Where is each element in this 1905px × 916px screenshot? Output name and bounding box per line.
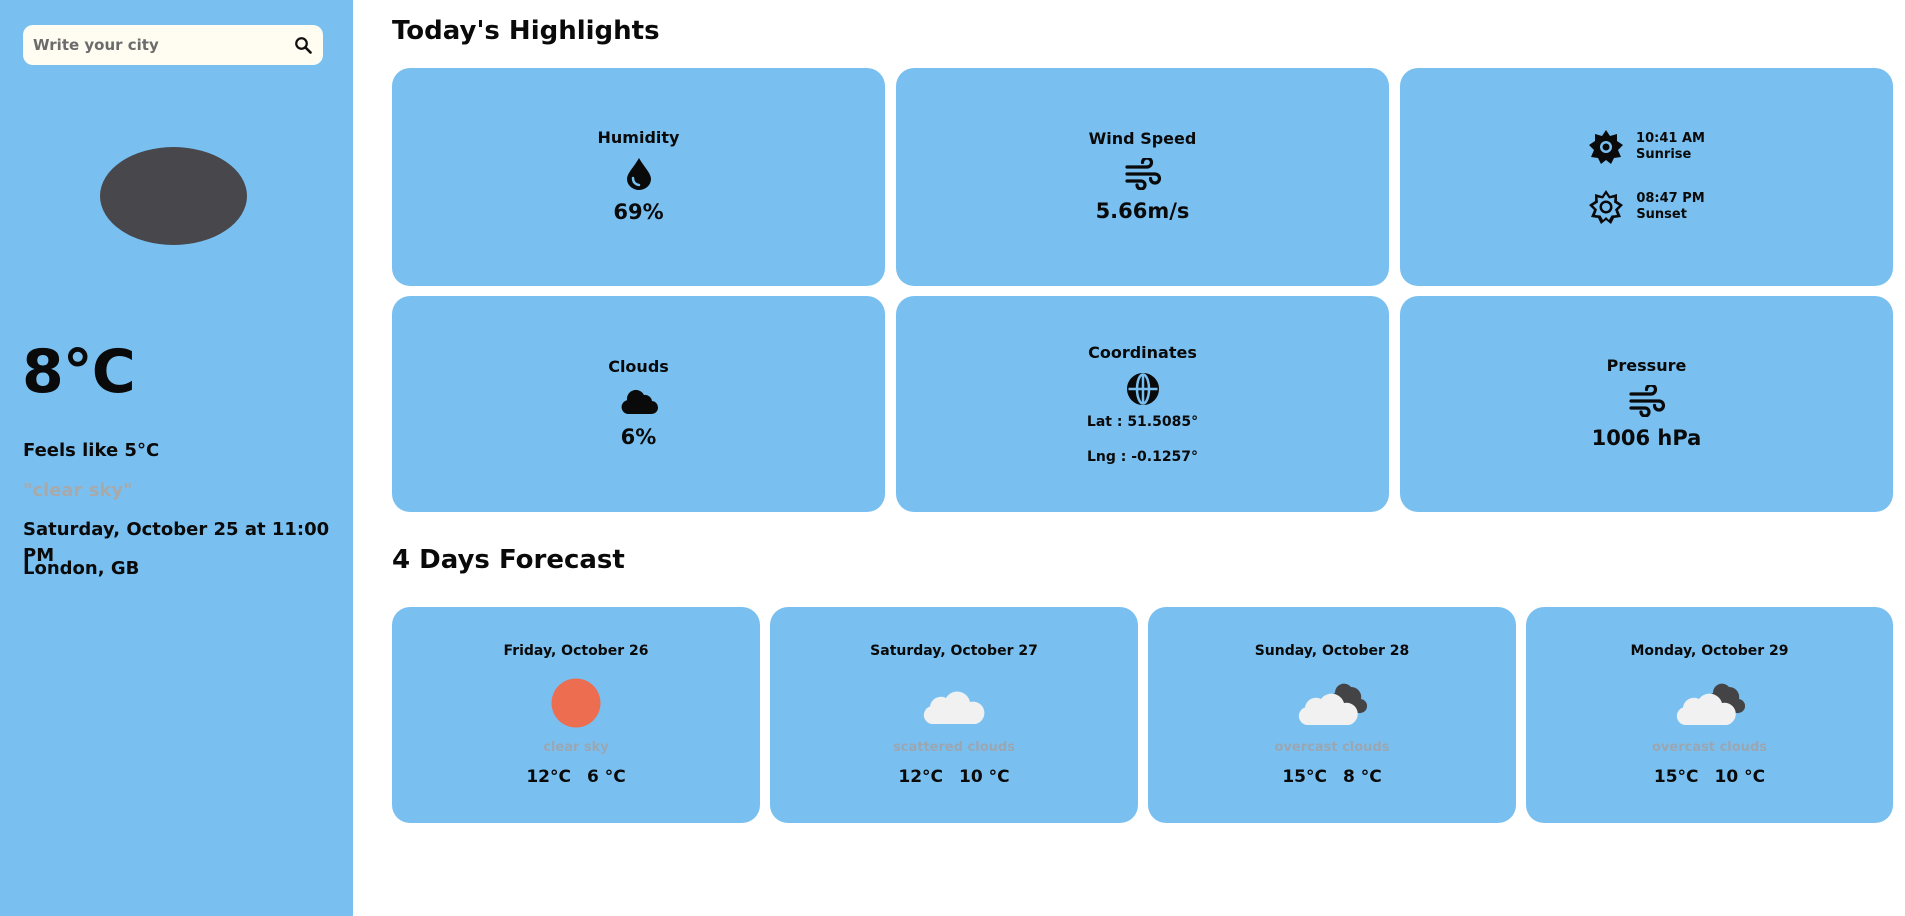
- forecast-min: 8 °C: [1342, 767, 1382, 787]
- forecast-max: 12°C: [898, 767, 944, 787]
- feels-like: Feels like 5°C: [23, 440, 160, 461]
- current-temperature: 8°C: [22, 337, 136, 407]
- cloud-icon: [922, 677, 986, 729]
- sun-card: 10:41 AM Sunrise 08:47 PM Sunset: [1400, 68, 1893, 286]
- forecast-card-1: Friday, October 26 clear sky 12°C 6 °C: [392, 607, 760, 823]
- forecast-min: 10 °C: [1714, 767, 1766, 787]
- search-box: [23, 25, 323, 65]
- search-icon[interactable]: [291, 33, 315, 57]
- globe-icon: [1126, 372, 1160, 406]
- weather-icon-placeholder: [100, 147, 247, 245]
- wind-label: Wind Speed: [1088, 129, 1197, 148]
- humidity-label: Humidity: [597, 128, 680, 147]
- clouds-label: Clouds: [608, 357, 669, 376]
- forecast-title: 4 Days Forecast: [392, 545, 625, 575]
- forecast-card-3: Sunday, October 28 overcast clouds 15°C 8…: [1148, 607, 1516, 823]
- forecast-day: Sunday, October 28: [1254, 643, 1410, 659]
- water-drop-icon: [625, 157, 653, 191]
- forecast-card-2: Saturday, October 27 scattered clouds 12…: [770, 607, 1138, 823]
- forecast-card-4: Monday, October 29 overcast clouds 15°C 1…: [1526, 607, 1893, 823]
- forecast-description: clear sky: [543, 740, 609, 755]
- forecast-max: 12°C: [526, 767, 571, 787]
- forecast-day: Friday, October 26: [503, 643, 649, 659]
- wind-icon: [1124, 158, 1161, 190]
- forecast-temps: 12°C 10 °C: [890, 765, 1017, 789]
- highlights-title: Today's Highlights: [392, 16, 660, 46]
- forecast-description: scattered clouds: [893, 740, 1015, 755]
- sunset-time: 08:47 PM: [1636, 191, 1705, 206]
- sunset-row: 08:47 PM Sunset: [1588, 189, 1705, 225]
- cloud-icon: [619, 386, 659, 416]
- coordinates-card: Coordinates Lat : 51.5085° Lng : -0.1257…: [896, 296, 1389, 512]
- sunset-icon: [1588, 189, 1624, 225]
- forecast-description: overcast clouds: [1274, 740, 1390, 755]
- humidity-value: 69%: [613, 200, 664, 224]
- latitude-value: Lat : 51.5085°: [1086, 413, 1199, 430]
- forecast-temps: 15°C 10 °C: [1646, 765, 1773, 789]
- clouds-value: 6%: [620, 425, 657, 449]
- search-input[interactable]: [23, 25, 283, 65]
- sunrise-row: 10:41 AM Sunrise: [1588, 129, 1705, 165]
- forecast-min: 10 °C: [959, 767, 1010, 787]
- forecast-max: 15°C: [1282, 767, 1327, 787]
- forecast-day: Monday, October 29: [1630, 643, 1789, 659]
- sunrise-label: Sunrise: [1636, 147, 1692, 162]
- wind-value: 5.66m/s: [1095, 199, 1190, 223]
- longitude-value: Lng : -0.1257°: [1086, 448, 1199, 465]
- pressure-wind-icon: [1628, 385, 1665, 417]
- forecast-temps: 12°C 6 °C: [518, 765, 633, 789]
- sunrise-icon: [1588, 129, 1624, 165]
- overcast-cloud-icon: [1297, 677, 1367, 729]
- pressure-value: 1006 hPa: [1591, 426, 1702, 450]
- clouds-card: Clouds 6%: [392, 296, 885, 512]
- forecast-description: overcast clouds: [1652, 740, 1767, 755]
- coordinates-label: Coordinates: [1088, 342, 1197, 362]
- pressure-label: Pressure: [1606, 356, 1687, 375]
- sidebar: 8°C Feels like 5°C "clear sky" Saturday,…: [0, 0, 353, 916]
- sunset-label: Sunset: [1636, 207, 1687, 222]
- weather-description: "clear sky": [23, 480, 133, 501]
- sun-icon: [550, 677, 602, 729]
- current-location: London, GB: [23, 558, 140, 579]
- humidity-card: Humidity 69%: [392, 68, 885, 286]
- forecast-day: Saturday, October 27: [870, 643, 1038, 659]
- forecast-temps: 15°C 8 °C: [1274, 765, 1389, 789]
- sunrise-time: 10:41 AM: [1636, 131, 1705, 146]
- wind-card: Wind Speed 5.66m/s: [896, 68, 1389, 286]
- overcast-cloud-icon: [1675, 677, 1745, 729]
- forecast-max: 15°C: [1653, 767, 1699, 787]
- forecast-min: 6 °C: [586, 767, 626, 787]
- pressure-card: Pressure 1006 hPa: [1400, 296, 1893, 512]
